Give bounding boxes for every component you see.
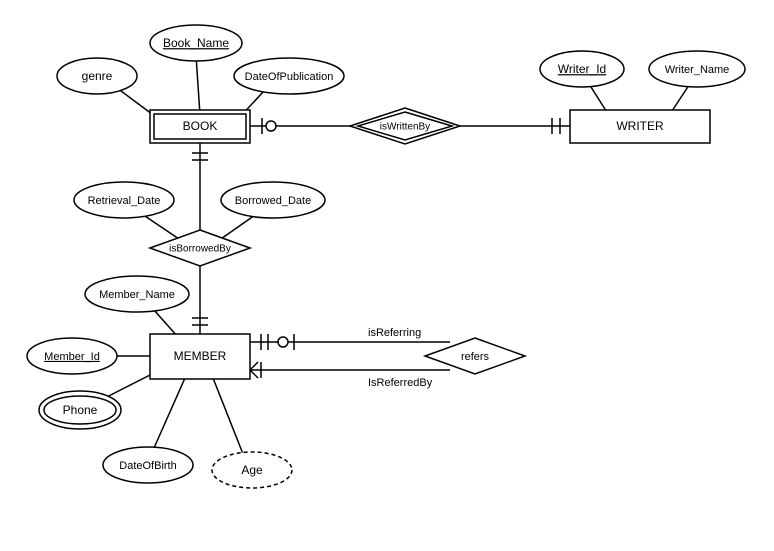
attr-dop: DateOfPublication [234, 58, 344, 94]
rel-iswrittenby: isWrittenBy [350, 108, 460, 144]
attr-dob: DateOfBirth [103, 447, 193, 483]
conn-member-dob [150, 378, 185, 457]
attr-genre: genre [57, 58, 137, 94]
entity-member-label: MEMBER [174, 349, 227, 363]
svg-text:Phone: Phone [63, 403, 98, 417]
entity-writer: WRITER [570, 110, 710, 143]
svg-text:Retrieval_Date: Retrieval_Date [88, 195, 161, 207]
rel-iswrittenby-label: isWrittenBy [380, 122, 430, 133]
rel-isborrowedby: isBorrowedBy [150, 230, 250, 266]
role-isreferredby: IsReferredBy [368, 377, 433, 389]
svg-text:Member_Id: Member_Id [44, 351, 100, 363]
conn-member-age [213, 378, 245, 459]
entity-book: BOOK [150, 110, 250, 143]
rel-isborrowedby-label: isBorrowedBy [169, 244, 231, 255]
attr-member-id: Member_Id [27, 338, 117, 374]
attr-age: Age [212, 452, 292, 488]
attr-member-name: Member_Name [85, 276, 189, 312]
role-isreferring: isReferring [368, 327, 421, 339]
attr-book-name: Book_Name [150, 25, 242, 61]
entity-writer-label: WRITER [616, 119, 664, 133]
entity-member: MEMBER [150, 334, 250, 379]
entity-book-label: BOOK [183, 119, 218, 133]
attr-writer-id: Writer_Id [540, 51, 624, 87]
svg-text:genre: genre [82, 69, 113, 83]
attr-writer-name: Writer_Name [649, 51, 745, 87]
svg-text:DateOfBirth: DateOfBirth [119, 460, 176, 472]
attr-phone: Phone [39, 391, 121, 429]
svg-text:Age: Age [241, 463, 263, 477]
svg-text:Member_Name: Member_Name [99, 289, 175, 301]
rel-refers: refers [425, 338, 525, 374]
attr-retrieval-date: Retrieval_Date [74, 182, 174, 218]
attr-borrowed-date: Borrowed_Date [221, 182, 325, 218]
svg-text:Book_Name: Book_Name [163, 36, 229, 50]
svg-text:Borrowed_Date: Borrowed_Date [235, 195, 311, 207]
svg-text:DateOfPublication: DateOfPublication [245, 71, 334, 83]
rel-refers-label: refers [461, 351, 490, 363]
svg-text:Writer_Name: Writer_Name [665, 64, 730, 76]
conn-book-bookname [196, 55, 200, 115]
svg-text:Writer_Id: Writer_Id [558, 62, 606, 76]
